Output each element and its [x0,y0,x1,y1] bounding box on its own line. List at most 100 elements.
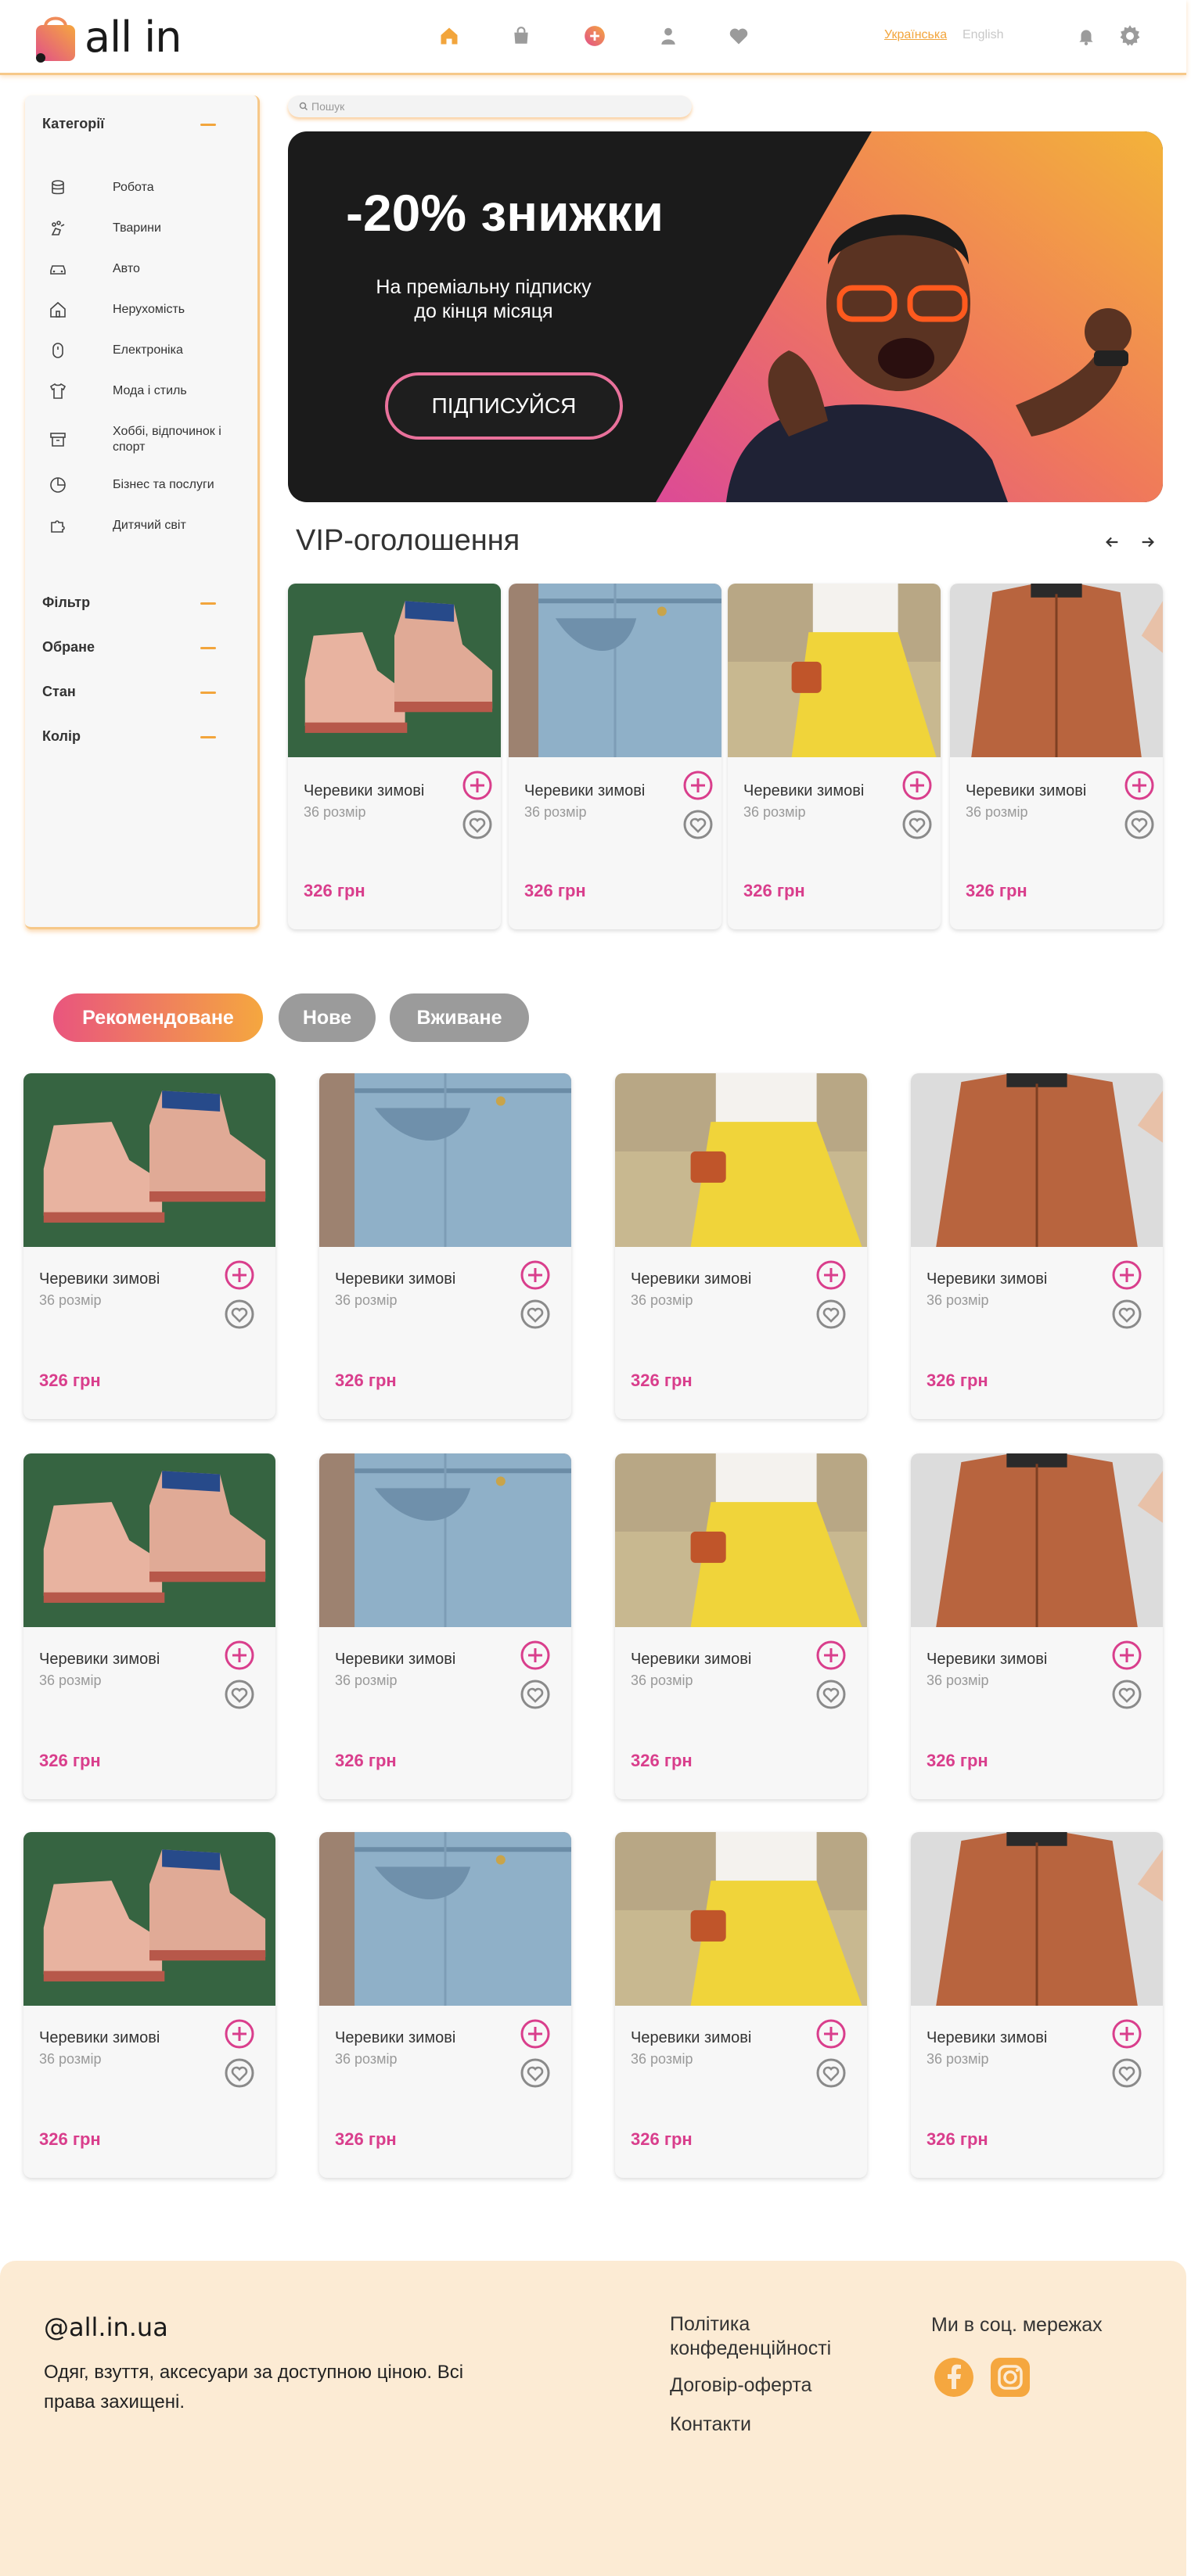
favorite-heart-icon[interactable] [520,1679,551,1710]
categories-title[interactable]: Категорії [42,116,104,132]
add-to-cart-icon[interactable] [815,1259,847,1291]
product-card[interactable]: Черевики зимові 36 розмір 326 грн [728,584,941,929]
favorite-heart-icon[interactable] [462,809,493,840]
color-heading[interactable]: Колір [42,728,81,745]
user-icon[interactable] [654,22,682,50]
add-to-cart-icon[interactable] [815,1640,847,1671]
product-card[interactable]: Черевики зимові 36 розмір 326 грн [615,1073,867,1419]
facebook-icon[interactable] [934,2358,973,2397]
sidebar-item-biznes[interactable]: Бізнес та послуги [49,476,244,494]
sidebar-item-nerukhomist[interactable]: Нерухомість [49,300,244,319]
product-card[interactable]: Черевики зимові 36 розмір 326 грн [288,584,501,929]
favorite-heart-icon[interactable] [520,1299,551,1330]
sidebar-item-moda[interactable]: Мода і стиль [49,382,244,401]
product-card[interactable]: Черевики зимові 36 розмір 326 грн [319,1453,571,1799]
add-to-cart-icon[interactable] [520,1640,551,1671]
sidebar-item-tvaryny[interactable]: Тварини [49,219,244,238]
gear-icon[interactable] [1116,22,1144,50]
product-card[interactable]: Черевики зимові 36 розмір 326 грн [615,1453,867,1799]
tab-recommended[interactable]: Рекомендоване [53,993,263,1042]
search-input[interactable]: Пошук [288,95,692,117]
tab-new[interactable]: Нове [279,993,376,1042]
footer-link-offer[interactable]: Договір-оферта [670,2373,811,2398]
arrow-left-icon[interactable] [1099,529,1125,555]
favorite-heart-icon[interactable] [901,809,933,840]
favorite-heart-icon[interactable] [1111,2057,1142,2089]
favorite-heart-icon[interactable] [1111,1679,1142,1710]
product-card[interactable]: Черевики зимові 36 розмір 326 грн [23,1832,275,2178]
add-to-cart-icon[interactable] [815,2018,847,2050]
arrow-right-icon[interactable] [1135,529,1161,555]
favorite-heart-icon[interactable] [224,1299,255,1330]
add-to-cart-icon[interactable] [224,1259,255,1291]
product-card[interactable]: Черевики зимові 36 розмір 326 грн [911,1832,1163,2178]
product-card[interactable]: Черевики зимові 36 розмір 326 грн [509,584,721,929]
subscribe-button[interactable]: ПІДПИСУЙСЯ [385,372,623,440]
add-to-cart-icon[interactable] [520,1259,551,1291]
add-to-cart-icon[interactable] [901,770,933,801]
tab-used[interactable]: Вживане [390,993,529,1042]
add-to-cart-icon[interactable] [520,2018,551,2050]
product-card[interactable]: Черевики зимові 36 розмір 326 грн [319,1832,571,2178]
add-to-cart-icon[interactable] [1111,2018,1142,2050]
product-card[interactable]: Черевики зимові 36 розмір 326 грн [23,1453,275,1799]
bag-icon[interactable] [507,22,535,50]
favorite-heart-icon[interactable] [682,809,714,840]
favorite-heart-icon[interactable] [224,1679,255,1710]
logo[interactable]: all in [31,11,182,63]
product-card[interactable]: Черевики зимові 36 розмір 326 грн [911,1073,1163,1419]
bell-icon[interactable] [1072,22,1100,50]
plus-circle-icon[interactable] [581,22,609,50]
product-name: Черевики зимові [927,2029,1048,2046]
condition-heading[interactable]: Стан [42,684,76,700]
favorite-heart-icon[interactable] [1111,1299,1142,1330]
sidebar-item-label: Бізнес та послуги [113,478,214,491]
favorite-heart-icon[interactable] [815,1679,847,1710]
add-to-cart-icon[interactable] [224,1640,255,1671]
collapse-condition-icon[interactable] [200,692,216,694]
favorite-heart-icon[interactable] [520,2057,551,2089]
product-size: 36 розмір [335,1292,398,1308]
sidebar-item-label: Електроніка [113,343,183,357]
add-to-cart-icon[interactable] [1111,1259,1142,1291]
add-to-cart-icon[interactable] [682,770,714,801]
home-icon[interactable] [435,22,463,50]
add-to-cart-icon[interactable] [1111,1640,1142,1671]
collapse-categories-icon[interactable] [200,124,216,126]
product-name: Черевики зимові [39,1651,160,1668]
favorite-heart-icon[interactable] [1124,809,1155,840]
footer-link-contacts[interactable]: Контакти [670,2413,751,2437]
product-card[interactable]: Черевики зимові 36 розмір 326 грн [950,584,1163,929]
banner-title: -20% знижки [346,184,664,242]
product-card[interactable]: Черевики зимові 36 розмір 326 грн [615,1832,867,2178]
promo-banner: -20% знижки На преміальну підписку до кі… [288,131,1163,502]
collapse-favorites-icon[interactable] [200,647,216,649]
sidebar-item-robota[interactable]: Робота [49,178,244,197]
product-name: Черевики зимові [743,782,865,799]
sidebar-item-elektronika[interactable]: Електроніка [49,341,244,360]
product-image [911,1073,1163,1247]
footer-link-privacy[interactable]: Політика конфеденційності [670,2312,873,2362]
heart-icon[interactable] [725,22,753,50]
filter-heading[interactable]: Фільтр [42,595,90,611]
add-to-cart-icon[interactable] [462,770,493,801]
product-card[interactable]: Черевики зимові 36 розмір 326 грн [911,1453,1163,1799]
sidebar-item-avto[interactable]: Авто [49,260,244,278]
product-card[interactable]: Черевики зимові 36 розмір 326 грн [319,1073,571,1419]
instagram-icon[interactable] [991,2358,1030,2397]
lang-english[interactable]: English [963,28,1003,42]
favorite-heart-icon[interactable] [815,2057,847,2089]
add-to-cart-icon[interactable] [1124,770,1155,801]
lang-ukrainian[interactable]: Українська [884,28,947,42]
collapse-color-icon[interactable] [200,736,216,738]
favorite-heart-icon[interactable] [815,1299,847,1330]
sidebar-item-dytyachyi[interactable]: Дитячий світ [49,516,244,535]
sidebar-item-khobi[interactable]: Хоббі, відпочинок і спорт [49,424,244,455]
product-size: 36 розмір [631,1292,693,1308]
product-card[interactable]: Черевики зимові 36 розмір 326 грн [23,1073,275,1419]
favorites-heading[interactable]: Обране [42,639,95,656]
collapse-filter-icon[interactable] [200,602,216,605]
product-image [950,584,1163,757]
favorite-heart-icon[interactable] [224,2057,255,2089]
add-to-cart-icon[interactable] [224,2018,255,2050]
